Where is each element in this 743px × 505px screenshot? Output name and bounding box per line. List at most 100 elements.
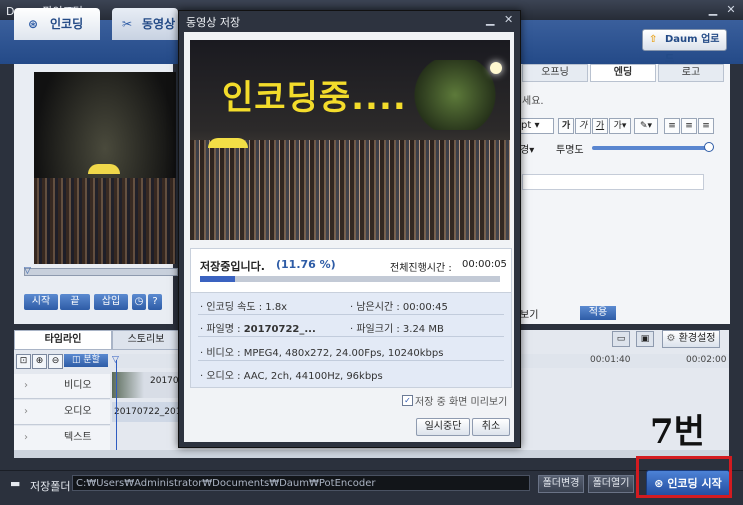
zoom-out-icon[interactable]: ⊖ — [48, 354, 63, 369]
speed-label: 인코딩 속도 : — [206, 302, 263, 313]
apply-button[interactable]: 적용 — [580, 306, 616, 320]
divider — [198, 336, 504, 337]
tab-video-label: 동영상 — [142, 17, 176, 31]
clock-icon[interactable]: ◷ — [132, 294, 146, 310]
save-folder-label: 저장폴더 — [30, 480, 71, 493]
set-start-label: 시작 — [31, 296, 51, 307]
split-icon: ◫ — [72, 355, 81, 365]
tab-opening[interactable]: 오프닝 — [522, 64, 588, 82]
font-size-value: pt — [521, 120, 532, 131]
ruler-tick-label: 00:02:00 — [686, 355, 727, 365]
gear-icon: ⚙ — [666, 333, 676, 344]
playhead-marker-icon[interactable]: ▽ — [112, 355, 119, 365]
opacity-label: 투명도 — [556, 145, 584, 156]
position-select-icon[interactable]: 경▾ — [520, 141, 534, 156]
remain-value: 00:00:45 — [402, 302, 448, 313]
filename-label: 파일명 : — [206, 324, 241, 335]
preview-crowd-image — [34, 178, 176, 264]
change-folder-label: 폴더변경 — [542, 478, 580, 489]
tab-encoding[interactable]: ⊛ 인코딩 — [14, 8, 100, 40]
film-reel-icon: ⊛ — [28, 17, 39, 31]
timeline-scrollbar[interactable] — [14, 450, 729, 458]
chevron-right-icon: › — [24, 406, 28, 417]
progress-bar-fill — [200, 276, 236, 282]
opacity-handle[interactable] — [704, 142, 714, 152]
highlight-color-icon[interactable]: ✎▾ — [634, 118, 658, 134]
divider — [198, 314, 504, 315]
tab-storyboard[interactable]: 스토리보 — [112, 330, 180, 350]
tab-video[interactable]: ✂ 동영상 — [112, 8, 178, 40]
opacity-slider[interactable] — [592, 146, 708, 150]
editor-hint: 세요. — [522, 96, 544, 107]
font-color-label: 가 — [613, 121, 622, 131]
chevron-right-icon: › — [24, 380, 28, 391]
cancel-button[interactable]: 취소 — [472, 418, 510, 436]
track-video[interactable]: › 비디오 — [14, 374, 110, 399]
seek-handle-icon[interactable]: ▽ — [24, 266, 31, 276]
help-label: ? — [152, 296, 158, 307]
italic-button[interactable]: 가 — [575, 118, 591, 134]
filesize-label: 파일크기 : — [356, 324, 400, 335]
align-center-icon[interactable]: ≡ — [681, 118, 697, 134]
change-folder-button[interactable]: 폴더변경 — [538, 475, 584, 493]
underline-button[interactable]: 가 — [592, 118, 608, 134]
save-icon[interactable]: ▣ — [636, 331, 654, 347]
track-text[interactable]: › 텍스트 — [14, 426, 110, 451]
font-color-button[interactable]: 가▾ — [609, 118, 631, 134]
editor-panel — [519, 64, 730, 324]
tab-timeline[interactable]: 타임라인 — [14, 330, 112, 350]
audio-info-value: AAC, 2ch, 44100Hz, 96kbps — [243, 371, 383, 382]
remain-label: 남은시간 : — [356, 302, 400, 313]
set-start-button[interactable]: 시작 — [24, 294, 58, 310]
fit-icon[interactable]: ⊡ — [16, 354, 31, 369]
timeline-playhead[interactable] — [116, 360, 117, 450]
settings-button[interactable]: ⚙ 환경설정 — [662, 330, 720, 348]
tab-ending[interactable]: 엔딩 — [590, 64, 656, 82]
font-size-select[interactable]: pt ▾ — [520, 118, 554, 134]
seek-bar[interactable] — [24, 268, 178, 276]
tab-ending-label: 엔딩 — [613, 67, 633, 78]
italic-label: 가 — [578, 121, 588, 131]
cancel-label: 취소 — [481, 421, 501, 432]
bold-button[interactable]: 가 — [558, 118, 574, 134]
video-info-value: MPEG4, 480x272, 24.00Fps, 10240kbps — [243, 348, 444, 359]
set-end-button[interactable]: 끝 — [60, 294, 90, 310]
total-time-value: 00:00:05 — [462, 259, 507, 270]
close-icon[interactable]: ✕ — [504, 13, 513, 26]
speed-value: 1.8x — [265, 302, 288, 313]
tab-opening-label: 오프닝 — [541, 67, 569, 78]
ending-text-input[interactable] — [522, 174, 704, 190]
open-folder-button[interactable]: 폴더열기 — [588, 475, 634, 493]
video-info-label: 비디오 : — [206, 348, 241, 359]
save-folder-path[interactable]: C:₩Users₩Administrator₩Documents₩Daum₩Po… — [72, 475, 530, 491]
ruler-tick-label: 00:01:40 — [590, 355, 631, 365]
daum-upload-button[interactable]: ⇧ Daum 업로드 — [642, 29, 727, 65]
track-text-label: 텍스트 — [64, 432, 92, 443]
progress-bar — [200, 276, 500, 282]
track-audio[interactable]: › 오디오 — [14, 400, 110, 425]
minimize-icon[interactable]: ▁ — [706, 3, 720, 17]
split-button[interactable]: ◫ 분할 — [64, 354, 108, 367]
audio-info-label: 오디오 : — [206, 371, 241, 382]
encoding-overlay-text: 인코딩중.... — [222, 78, 407, 118]
zoom-in-icon[interactable]: ⊕ — [32, 354, 47, 369]
tab-logo[interactable]: 로고 — [658, 64, 724, 82]
close-icon[interactable]: ✕ — [724, 3, 738, 17]
pause-button[interactable]: 일시중단 — [416, 418, 470, 436]
tab-encoding-label: 인코딩 — [50, 17, 84, 31]
align-right-icon[interactable]: ≡ — [698, 118, 714, 134]
track-video-label: 비디오 — [64, 380, 92, 391]
total-time-label: 전체진행시간 : — [390, 263, 452, 274]
help-button[interactable]: ? — [148, 294, 162, 310]
minimize-icon[interactable]: ▁ — [486, 13, 494, 26]
insert-button[interactable]: 삽입 — [94, 294, 128, 310]
align-left-icon[interactable]: ≡ — [664, 118, 680, 134]
preview-umbrella-image — [208, 138, 248, 148]
tab-storyboard-label: 스토리보 — [127, 334, 165, 345]
preview-checkbox[interactable]: ✓ — [402, 395, 413, 406]
underline-label: 가 — [595, 121, 605, 131]
preview-checkbox-label: 저장 중 화면 미리보기 — [415, 397, 508, 408]
folder-icon: ▬ — [10, 477, 21, 490]
pause-label: 일시중단 — [424, 421, 462, 432]
folder-icon[interactable]: ▭ — [612, 331, 630, 347]
